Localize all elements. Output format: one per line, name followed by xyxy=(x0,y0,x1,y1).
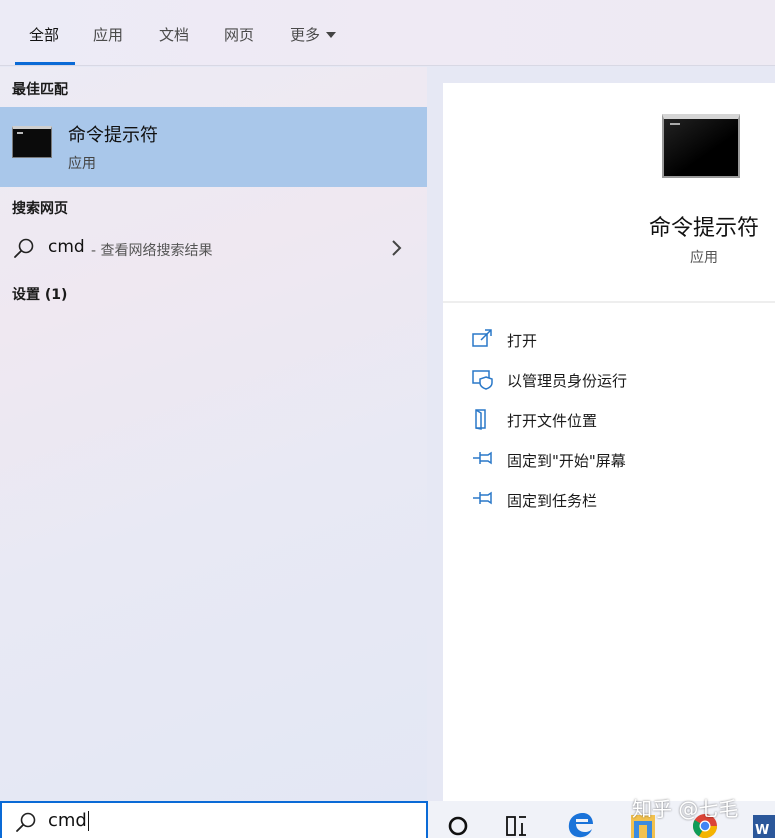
settings-heading[interactable]: 设置 (1) xyxy=(12,284,67,304)
task-view-icon[interactable] xyxy=(504,801,530,838)
action-pin-to-start[interactable]: 固定到"开始"屏幕 xyxy=(471,446,771,474)
action-run-as-admin-label: 以管理员身份运行 xyxy=(507,372,628,390)
web-search-result[interactable]: cmd - 查看网络搜索结果 xyxy=(0,231,427,267)
svg-text:W: W xyxy=(755,823,769,838)
search-icon xyxy=(14,238,34,258)
action-open[interactable]: 打开 xyxy=(471,326,771,354)
action-pin-to-taskbar-label: 固定到任务栏 xyxy=(507,492,598,510)
web-hint: - 查看网络搜索结果 xyxy=(91,243,213,259)
word-icon[interactable]: W xyxy=(750,801,775,838)
search-tabbar: 全部 应用 文档 网页 更多 xyxy=(0,0,775,66)
action-open-label: 打开 xyxy=(507,332,538,350)
action-open-file-location[interactable]: 打开文件位置 xyxy=(471,406,771,434)
action-pin-to-taskbar[interactable]: 固定到任务栏 xyxy=(471,486,771,514)
command-prompt-icon xyxy=(12,126,52,158)
action-open-file-location-label: 打开文件位置 xyxy=(507,412,598,430)
watermark: 知乎 @七毛 xyxy=(632,797,739,821)
file-location-icon xyxy=(475,409,486,430)
pin-icon xyxy=(473,491,492,505)
tab-more[interactable]: 更多 xyxy=(290,24,337,45)
pin-icon xyxy=(473,451,492,465)
admin-shield-icon xyxy=(472,370,493,390)
action-pin-to-start-label: 固定到"开始"屏幕 xyxy=(507,452,626,470)
web-search-heading: 搜索网页 xyxy=(12,201,68,217)
cortana-icon[interactable] xyxy=(446,801,470,838)
edge-icon[interactable] xyxy=(566,801,596,838)
tab-all[interactable]: 全部 xyxy=(29,24,59,45)
command-prompt-large-icon xyxy=(662,114,740,178)
tab-web[interactable]: 网页 xyxy=(224,24,254,45)
detail-header: 命令提示符 应用 xyxy=(443,83,775,303)
detail-app-name: 命令提示符 xyxy=(648,216,759,241)
web-query: cmd xyxy=(48,237,85,257)
detail-pane: 命令提示符 应用 打开 以管理员身份运行 打开文件位置 固定到"开始"屏幕 固定… xyxy=(443,83,775,801)
text-caret xyxy=(87,811,89,831)
search-icon xyxy=(16,812,36,832)
caret-down-icon xyxy=(326,31,337,38)
tab-documents[interactable]: 文档 xyxy=(159,24,189,45)
chevron-right-icon xyxy=(392,240,402,256)
tab-more-label: 更多 xyxy=(290,26,321,44)
search-input-value: cmd xyxy=(48,810,89,831)
results-pane: 最佳匹配 命令提示符 应用 搜索网页 cmd - 查看网络搜索结果 设置 (1) xyxy=(0,67,427,801)
best-match-type: 应用 xyxy=(68,156,96,172)
best-match-heading: 最佳匹配 xyxy=(12,82,68,98)
search-input[interactable]: cmd xyxy=(0,801,428,838)
detail-app-type: 应用 xyxy=(690,250,718,266)
best-match-item[interactable]: 命令提示符 应用 xyxy=(0,107,427,187)
active-tab-indicator xyxy=(15,62,75,65)
tab-apps[interactable]: 应用 xyxy=(93,24,123,45)
open-icon xyxy=(472,329,492,347)
best-match-name: 命令提示符 xyxy=(68,125,158,146)
action-run-as-admin[interactable]: 以管理员身份运行 xyxy=(471,366,771,394)
